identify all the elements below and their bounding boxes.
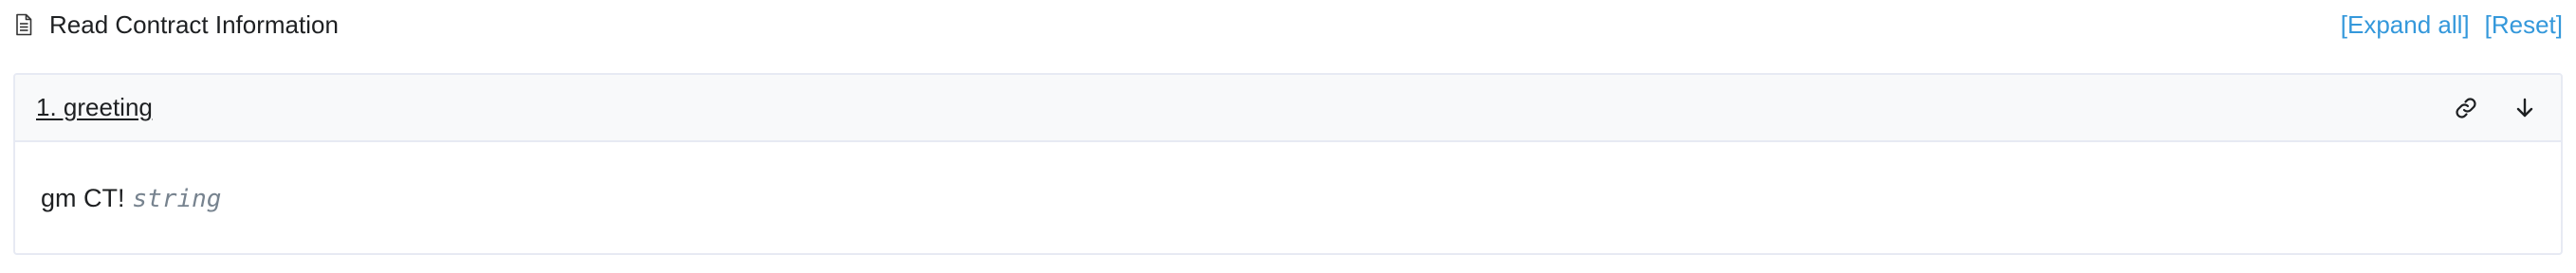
reset-link[interactable]: [Reset]: [2485, 10, 2563, 40]
method-result: gm CT! string: [15, 144, 2561, 253]
arrow-down-icon[interactable]: [2510, 93, 2540, 123]
method-card-header[interactable]: 1. greeting: [15, 75, 2561, 142]
result-type: string: [132, 184, 222, 213]
result-value: gm CT!: [41, 184, 125, 212]
method-card-actions: [2451, 93, 2540, 123]
header-actions: [Expand all] [Reset]: [2341, 10, 2563, 40]
read-contract-header: Read Contract Information [Expand all] […: [13, 0, 2563, 49]
method-title[interactable]: 1. greeting: [36, 93, 153, 122]
section-title: Read Contract Information: [49, 9, 339, 39]
read-contract-panel: Read Contract Information [Expand all] […: [0, 0, 2576, 273]
header-title-group: Read Contract Information: [13, 10, 339, 40]
document-icon: [13, 12, 34, 37]
method-card: 1. greeting gm CT! string: [13, 73, 2563, 255]
link-icon[interactable]: [2451, 93, 2481, 123]
expand-all-link[interactable]: [Expand all]: [2341, 10, 2470, 40]
